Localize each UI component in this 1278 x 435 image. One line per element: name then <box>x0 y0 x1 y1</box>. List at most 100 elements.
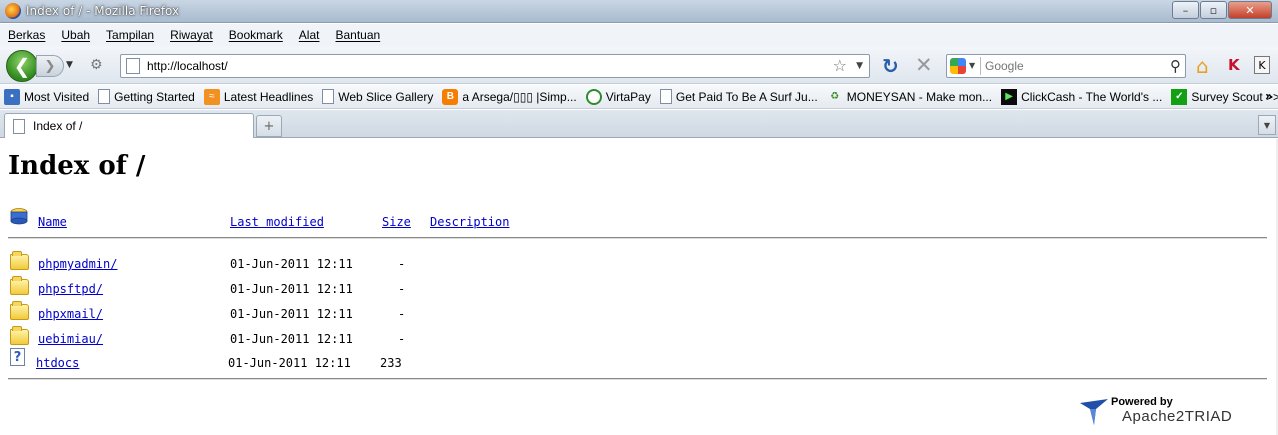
file-link[interactable]: phpsftpd/ <box>38 282 103 296</box>
engine-dropdown-icon[interactable]: ▼ <box>969 61 975 70</box>
virtapay-icon <box>585 88 602 105</box>
search-bar[interactable]: ▼ ⚲ <box>946 54 1186 78</box>
file-modified: 01-Jun-2011 12:11 <box>230 282 353 296</box>
window-title-bar: Index of / - Mozilla Firefox – ▫ ✕ <box>0 0 1278 23</box>
brand-name: Apache2TRIAD <box>1122 408 1233 425</box>
url-bar[interactable]: http://localhost/ ☆ ▼ <box>120 54 870 78</box>
checkmark-icon: ✓ <box>1171 88 1188 105</box>
keyboard-icon[interactable]: K <box>1254 56 1270 74</box>
rss-icon: ≈ <box>203 88 220 105</box>
table-row: ? htdocs 01-Jun-2011 12:11 233 <box>0 348 1200 373</box>
url-dropdown-icon[interactable]: ▼ <box>856 61 863 71</box>
bookmark-get-paid[interactable]: Get Paid To Be A Surf Ju... <box>659 89 818 104</box>
tab-index-of[interactable]: Index of / <box>4 113 254 138</box>
file-size: - <box>398 282 406 296</box>
bookmark-getting-started[interactable]: Getting Started <box>98 89 195 104</box>
page-icon <box>322 89 335 104</box>
bookmark-most-visited[interactable]: ▪ Most Visited <box>4 88 89 105</box>
file-link[interactable]: uebimiau/ <box>38 332 103 346</box>
bookmark-survey-scout[interactable]: ✓Survey Scout >> Where ... <box>1171 88 1278 105</box>
table-row: phpsftpd/ 01-Jun-2011 12:11 - <box>0 276 1200 299</box>
page-icon <box>659 89 672 104</box>
menu-riwayat[interactable]: Riwayat <box>170 28 213 42</box>
bookmark-web-slice-gallery[interactable]: Web Slice Gallery <box>322 89 433 104</box>
menu-berkas[interactable]: Berkas <box>8 28 45 42</box>
apache-triad-logo-icon <box>1080 399 1108 425</box>
sort-by-size-link[interactable]: Size <box>382 215 411 229</box>
menu-ubah[interactable]: Ubah <box>61 28 90 42</box>
file-modified: 01-Jun-2011 12:11 <box>230 332 353 346</box>
table-row: uebimiau/ 01-Jun-2011 12:11 - <box>0 326 1200 349</box>
header-divider <box>8 237 1267 239</box>
footer-divider <box>8 378 1267 380</box>
file-link[interactable]: htdocs <box>36 356 79 370</box>
search-magnifier-icon[interactable]: ⚲ <box>1170 57 1181 75</box>
unknown-file-icon: ? <box>10 348 25 366</box>
menu-alat[interactable]: Alat <box>299 28 320 42</box>
menu-bantuan[interactable]: Bantuan <box>335 28 380 42</box>
file-link[interactable]: phpxmail/ <box>38 307 103 321</box>
clickcash-icon: ▶ <box>1001 88 1018 105</box>
window-title: Index of / - Mozilla Firefox <box>26 4 180 18</box>
folder-icon <box>10 326 29 345</box>
google-engine-icon[interactable] <box>950 58 966 74</box>
bookmark-star-icon[interactable]: ☆ <box>833 56 847 75</box>
menu-tampilan[interactable]: Tampilan <box>106 28 154 42</box>
table-row: phpxmail/ 01-Jun-2011 12:11 - <box>0 301 1200 324</box>
recycle-icon: ♻ <box>830 91 840 102</box>
bookmarks-toolbar: ▪ Most Visited Getting Started ≈ Latest He… <box>0 85 1278 109</box>
file-link[interactable]: phpmyadmin/ <box>38 257 117 271</box>
navigation-toolbar: ❮ ❯ ▼ ⚙ http://localhost/ ☆ ▼ ↻ ✕ ▼ ⚲ ⌂ … <box>0 46 1278 84</box>
back-arrow-icon: ❮ <box>13 54 31 78</box>
powered-by-badge[interactable]: Powered by Apache2TRIAD <box>1080 395 1270 429</box>
sort-by-last-modified-link[interactable]: Last modified <box>230 215 324 229</box>
search-divider <box>980 57 981 75</box>
blogger-icon: B <box>442 88 459 105</box>
firefox-icon <box>5 3 21 19</box>
history-dropdown-icon[interactable]: ▼ <box>66 60 73 70</box>
menu-bar: Berkas Ubah Tampilan Riwayat Bookmark Al… <box>0 24 1278 46</box>
file-size: - <box>398 332 406 346</box>
tabs-list-dropdown-icon[interactable]: ▼ <box>1258 115 1276 135</box>
bookmark-moneysan[interactable]: ♻ MONEYSAN - Make mon... <box>827 89 992 105</box>
file-size: 233 <box>380 356 402 370</box>
reload-icon[interactable]: ↻ <box>882 54 899 78</box>
folder-icon <box>10 301 29 320</box>
file-size: - <box>398 307 406 321</box>
search-input[interactable] <box>985 58 1165 74</box>
bookmarks-overflow-chevron[interactable]: » <box>1265 89 1272 103</box>
file-modified: 01-Jun-2011 12:11 <box>230 307 353 321</box>
forward-button[interactable]: ❯ <box>36 55 64 77</box>
menu-bookmark[interactable]: Bookmark <box>229 28 283 42</box>
bookmark-arsega[interactable]: Ba Arsega/▯▯▯ |Simp... <box>442 88 577 105</box>
sort-by-name-link[interactable]: Name <box>38 215 67 229</box>
stop-icon[interactable]: ✕ <box>915 53 933 77</box>
site-page-icon <box>126 58 140 74</box>
page-content: Index of / Name Last modified Size Descr… <box>0 139 1278 435</box>
url-text[interactable]: http://localhost/ <box>147 59 228 73</box>
folder-icon <box>10 276 29 295</box>
new-tab-button[interactable]: + <box>256 115 282 137</box>
file-size: - <box>398 257 406 271</box>
tab-bar: Index of / + ▼ <box>0 110 1278 138</box>
bookmark-latest-headlines[interactable]: ≈ Latest Headlines <box>203 88 313 105</box>
file-modified: 01-Jun-2011 12:11 <box>228 356 351 370</box>
tab-title: Index of / <box>33 119 83 133</box>
kaspersky-icon[interactable]: K <box>1228 56 1246 74</box>
window-controls: – ▫ ✕ <box>1172 1 1272 19</box>
back-button[interactable]: ❮ <box>6 50 38 82</box>
blank-header-icon <box>10 208 28 225</box>
bookmark-virtapay[interactable]: VirtaPay <box>585 88 651 105</box>
page-icon <box>98 89 111 104</box>
minimize-button[interactable]: – <box>1172 1 1199 19</box>
sort-by-description-link[interactable]: Description <box>430 215 509 229</box>
table-row: phpmyadmin/ 01-Jun-2011 12:11 - <box>0 251 1200 274</box>
close-button[interactable]: ✕ <box>1228 1 1272 19</box>
page-heading: Index of / <box>8 151 146 181</box>
addon-icon[interactable]: ⚙ <box>90 57 106 73</box>
maximize-button[interactable]: ▫ <box>1200 1 1227 19</box>
folder-icon <box>10 251 29 270</box>
most-visited-icon: ▪ <box>4 88 20 105</box>
home-icon[interactable]: ⌂ <box>1196 54 1209 78</box>
bookmark-clickcash[interactable]: ▶ ClickCash - The World's ... <box>1001 88 1162 105</box>
